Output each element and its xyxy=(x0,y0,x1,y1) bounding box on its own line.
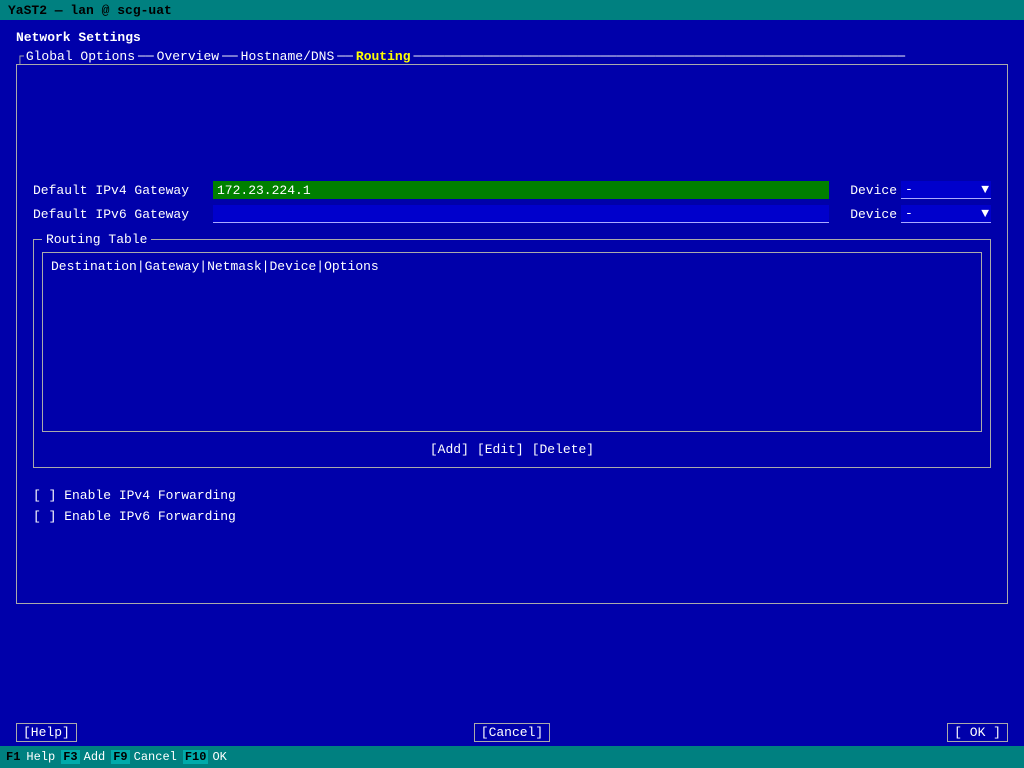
ipv4-device-label: Device xyxy=(837,183,897,198)
ipv6-gateway-input[interactable] xyxy=(213,205,829,223)
col-gateway: Gateway xyxy=(145,259,200,274)
content-box: Default IPv4 Gateway Device - ▼ Default … xyxy=(16,64,1008,604)
delete-button[interactable]: [Delete] xyxy=(528,440,598,459)
routing-table-section: Routing Table Destination|Gateway|Netmas… xyxy=(33,239,991,468)
edit-button[interactable]: [Edit] xyxy=(473,440,528,459)
ipv4-device-value[interactable]: - ▼ xyxy=(901,181,991,199)
action-buttons: [Add] [Edit] [Delete] xyxy=(42,440,982,459)
add-button[interactable]: [Add] xyxy=(426,440,473,459)
ipv4-forwarding-row: [ ] Enable IPv4 Forwarding xyxy=(33,488,991,503)
ipv6-device-label: Device xyxy=(837,207,897,222)
ok-button[interactable]: [ OK ] xyxy=(947,723,1008,742)
fkey-f3[interactable]: F3 Add xyxy=(61,746,109,768)
fkey-f9-label: Cancel xyxy=(130,750,181,764)
ipv4-forwarding-label[interactable]: [ ] Enable IPv4 Forwarding xyxy=(33,488,236,503)
tab-overview[interactable]: Overview xyxy=(155,49,221,64)
ipv6-forwarding-row: [ ] Enable IPv6 Forwarding xyxy=(33,509,991,524)
tab-sep-2: ── xyxy=(222,49,238,64)
title-text: YaST2 — lan @ scg-uat xyxy=(8,3,172,18)
forwarding-section: [ ] Enable IPv4 Forwarding [ ] Enable IP… xyxy=(33,488,991,524)
fkey-f10-label: OK xyxy=(208,750,230,764)
fkey-f9[interactable]: F9 Cancel xyxy=(111,746,181,768)
fkey-f1[interactable]: F1 Help xyxy=(4,746,59,768)
tab-routing[interactable]: Routing xyxy=(354,49,413,64)
ipv6-forwarding-label[interactable]: [ ] Enable IPv6 Forwarding xyxy=(33,509,236,524)
ipv4-gateway-label: Default IPv4 Gateway xyxy=(33,183,213,198)
fkey-f1-num: F1 xyxy=(4,750,22,764)
ipv6-device-value[interactable]: - ▼ xyxy=(901,205,991,223)
tab-hostname-dns[interactable]: Hostname/DNS xyxy=(239,49,337,64)
col-sep-2: | xyxy=(199,259,207,274)
tab-global-options[interactable]: Global Options xyxy=(24,49,137,64)
ipv4-device-text: - xyxy=(905,182,913,197)
fkey-f9-num: F9 xyxy=(111,750,129,764)
main-area: Network Settings ┌ Global Options ── Ove… xyxy=(0,20,1024,614)
network-settings-title: Network Settings xyxy=(16,30,1008,45)
ipv6-dropdown-arrow: ▼ xyxy=(981,206,989,221)
fkey-bar: F1 Help F3 Add F9 Cancel F10 OK xyxy=(0,746,1024,768)
fkey-f1-label: Help xyxy=(22,750,59,764)
col-sep-4: | xyxy=(316,259,324,274)
col-device: Device xyxy=(269,259,316,274)
col-options: Options xyxy=(324,259,379,274)
tab-sep-3: ── xyxy=(337,49,353,64)
col-sep-1: | xyxy=(137,259,145,274)
help-button[interactable]: [Help] xyxy=(16,723,77,742)
routing-table-header: Destination|Gateway|Netmask|Device|Optio… xyxy=(47,257,977,276)
fkey-f3-label: Add xyxy=(80,750,110,764)
tab-sep-1: ── xyxy=(138,49,154,64)
cancel-button[interactable]: [Cancel] xyxy=(474,723,550,742)
ipv6-gateway-label: Default IPv6 Gateway xyxy=(33,207,213,222)
col-netmask: Netmask xyxy=(207,259,262,274)
tab-nav: ┌ Global Options ── Overview ── Hostname… xyxy=(16,49,1008,64)
ipv4-dropdown-arrow: ▼ xyxy=(981,182,989,197)
fkey-f3-num: F3 xyxy=(61,750,79,764)
routing-table-legend: Routing Table xyxy=(42,232,151,247)
ipv6-device-text: - xyxy=(905,206,913,221)
title-bar: YaST2 — lan @ scg-uat xyxy=(0,0,1024,20)
status-bar: [Help] [Cancel] [ OK ] xyxy=(0,723,1024,742)
col-destination: Destination xyxy=(51,259,137,274)
ipv4-gateway-section: Default IPv4 Gateway Device - ▼ Default … xyxy=(33,181,991,223)
tab-sep-4: ────────────────────────────────────────… xyxy=(414,49,905,64)
fkey-f10[interactable]: F10 OK xyxy=(183,746,231,768)
routing-table-inner[interactable]: Destination|Gateway|Netmask|Device|Optio… xyxy=(42,252,982,432)
ipv4-gateway-input[interactable] xyxy=(213,181,829,199)
fkey-f10-num: F10 xyxy=(183,750,209,764)
